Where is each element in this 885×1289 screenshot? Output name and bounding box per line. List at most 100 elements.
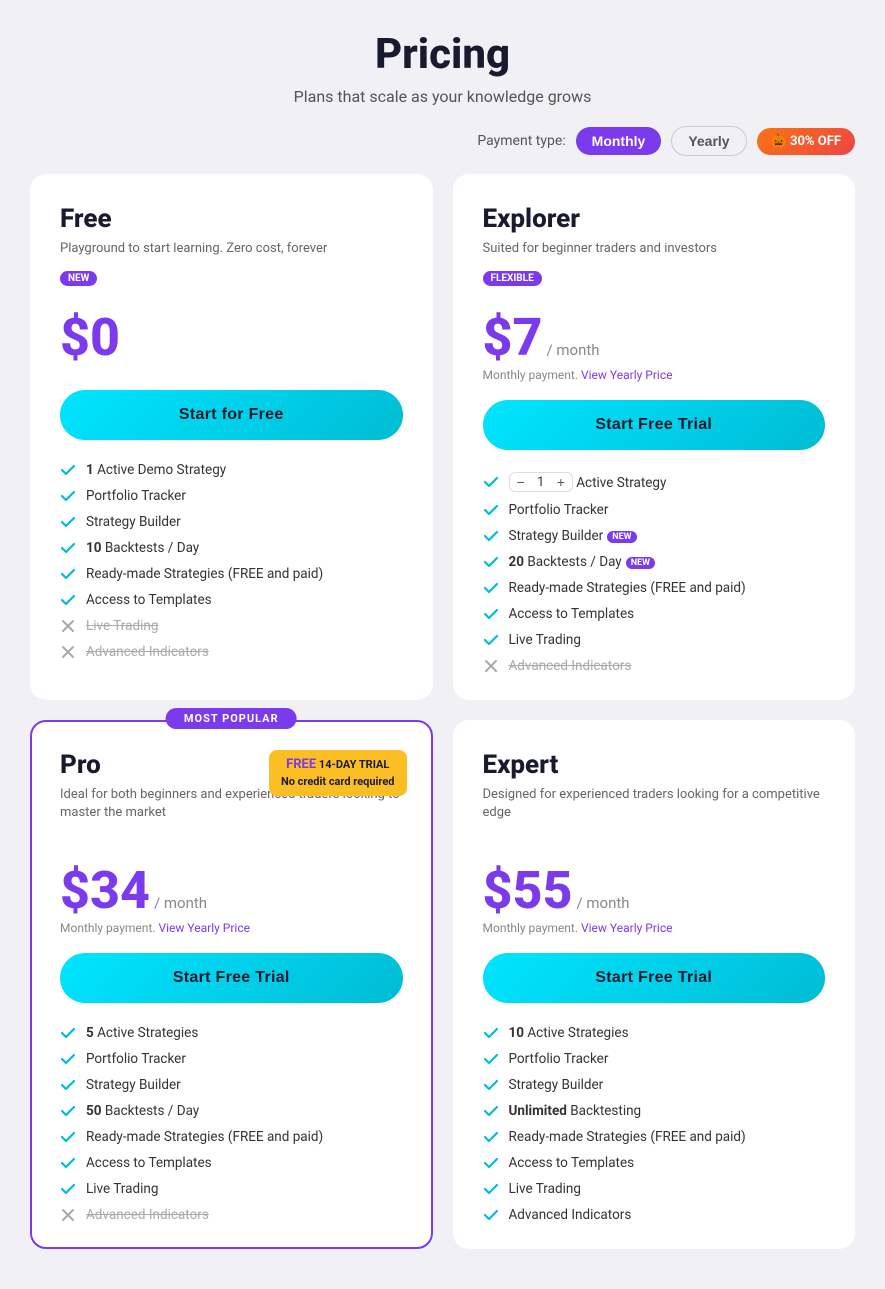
features-list-free: 1 Active Demo Strategy Portfolio Tracker… bbox=[60, 462, 403, 660]
price-amount-free: $0 bbox=[60, 312, 120, 364]
check-icon bbox=[60, 1103, 76, 1119]
check-icon bbox=[60, 566, 76, 582]
feature-item: Access to Templates bbox=[483, 606, 826, 622]
check-icon bbox=[60, 1181, 76, 1197]
feature-item: 10 Backtests / Day bbox=[60, 540, 403, 556]
feature-item: Advanced Indicators bbox=[60, 644, 403, 660]
check-icon bbox=[483, 1129, 499, 1145]
check-icon bbox=[483, 554, 499, 570]
check-icon bbox=[483, 1103, 499, 1119]
strategy-counter: − 1 + bbox=[509, 472, 573, 492]
payment-type-label: Payment type: bbox=[477, 133, 565, 149]
check-icon bbox=[483, 1181, 499, 1197]
feature-item: Advanced Indicators bbox=[60, 1207, 403, 1223]
feature-tag: NEW bbox=[626, 557, 655, 569]
feature-item: Strategy Builder bbox=[483, 1077, 826, 1093]
feature-item: Access to Templates bbox=[60, 592, 403, 608]
view-yearly-link-explorer[interactable]: View Yearly Price bbox=[581, 368, 672, 382]
price-period-expert: / month bbox=[576, 894, 629, 912]
check-icon bbox=[60, 1155, 76, 1171]
view-yearly-link-pro[interactable]: View Yearly Price bbox=[159, 921, 250, 935]
check-icon bbox=[60, 540, 76, 556]
feature-item: Portfolio Tracker bbox=[483, 502, 826, 518]
price-period-explorer: / month bbox=[546, 341, 599, 359]
price-amount-explorer: $7 bbox=[483, 312, 543, 364]
features-list-expert: 10 Active Strategies Portfolio Tracker S… bbox=[483, 1025, 826, 1223]
cta-button-expert[interactable]: Start Free Trial bbox=[483, 953, 826, 1003]
feature-item: Live Trading bbox=[60, 1181, 403, 1197]
feature-item: 50 Backtests / Day bbox=[60, 1103, 403, 1119]
counter-plus[interactable]: + bbox=[554, 474, 568, 490]
check-icon bbox=[60, 1129, 76, 1145]
feature-item: Ready-made Strategies (FREE and paid) bbox=[483, 1129, 826, 1145]
features-list-explorer: − 1 + Active Strategy Portfolio Tracker … bbox=[483, 472, 826, 674]
counter-minus[interactable]: − bbox=[514, 474, 528, 490]
view-yearly-link-expert[interactable]: View Yearly Price bbox=[581, 921, 672, 935]
plan-name-free: Free bbox=[60, 204, 403, 234]
check-icon bbox=[483, 1077, 499, 1093]
check-icon bbox=[483, 528, 499, 544]
check-icon bbox=[483, 606, 499, 622]
x-icon bbox=[60, 644, 76, 660]
feature-item: Ready-made Strategies (FREE and paid) bbox=[483, 580, 826, 596]
payment-toggle-bar: Payment type: Monthly Yearly 🎃 30% OFF bbox=[30, 126, 855, 156]
trial-badge-pro: FREE 14-DAY TRIALNo credit card required bbox=[269, 750, 407, 796]
check-icon bbox=[483, 1051, 499, 1067]
plan-desc-explorer: Suited for beginner traders and investor… bbox=[483, 240, 826, 258]
check-icon bbox=[60, 1051, 76, 1067]
feature-item: − 1 + Active Strategy bbox=[483, 472, 826, 492]
plan-card-free: Free Playground to start learning. Zero c… bbox=[30, 174, 433, 700]
monthly-toggle-button[interactable]: Monthly bbox=[576, 127, 662, 155]
feature-item: Live Trading bbox=[483, 632, 826, 648]
check-icon bbox=[483, 580, 499, 596]
feature-item: Live Trading bbox=[60, 618, 403, 634]
check-icon bbox=[483, 1025, 499, 1041]
cta-button-pro[interactable]: Start Free Trial bbox=[60, 953, 403, 1003]
feature-item: 10 Active Strategies bbox=[483, 1025, 826, 1041]
check-icon bbox=[60, 488, 76, 504]
plan-badge-free: NEW bbox=[60, 271, 97, 286]
plan-badge-explorer: FLEXIBLE bbox=[483, 271, 542, 286]
price-row-explorer: $7 / month bbox=[483, 312, 826, 364]
feature-item: 20 Backtests / DayNEW bbox=[483, 554, 826, 570]
check-icon bbox=[483, 1207, 499, 1223]
plans-grid: Free Playground to start learning. Zero c… bbox=[30, 174, 855, 1249]
plan-desc-free: Playground to start learning. Zero cost,… bbox=[60, 240, 403, 258]
page-header: Pricing Plans that scale as your knowled… bbox=[30, 30, 855, 106]
price-row-pro: $34 / month bbox=[60, 865, 403, 917]
yearly-toggle-button[interactable]: Yearly bbox=[671, 126, 746, 156]
plan-card-expert: ExpertDesigned for experienced traders l… bbox=[453, 720, 856, 1248]
check-icon bbox=[483, 474, 499, 490]
features-list-pro: 5 Active Strategies Portfolio Tracker St… bbox=[60, 1025, 403, 1223]
feature-item: Portfolio Tracker bbox=[60, 488, 403, 504]
feature-item: Strategy Builder bbox=[60, 514, 403, 530]
price-row-expert: $55 / month bbox=[483, 865, 826, 917]
feature-item: Ready-made Strategies (FREE and paid) bbox=[60, 1129, 403, 1145]
feature-item: Strategy Builder bbox=[60, 1077, 403, 1093]
feature-item: Ready-made Strategies (FREE and paid) bbox=[60, 566, 403, 582]
cta-button-explorer[interactable]: Start Free Trial bbox=[483, 400, 826, 450]
check-icon bbox=[60, 462, 76, 478]
feature-item: Unlimited Backtesting bbox=[483, 1103, 826, 1119]
price-period-pro: / month bbox=[154, 894, 207, 912]
check-icon bbox=[483, 1155, 499, 1171]
check-icon bbox=[60, 592, 76, 608]
price-amount-expert: $55 bbox=[483, 865, 573, 917]
plan-name-expert: Expert bbox=[483, 750, 826, 780]
feature-item: Live Trading bbox=[483, 1181, 826, 1197]
feature-item: Advanced Indicators bbox=[483, 658, 826, 674]
price-note-expert: Monthly payment. View Yearly Price bbox=[483, 921, 826, 935]
x-icon bbox=[483, 658, 499, 674]
plan-card-explorer: ExplorerSuited for beginner traders and … bbox=[453, 174, 856, 700]
check-icon bbox=[483, 502, 499, 518]
price-note-explorer: Monthly payment. View Yearly Price bbox=[483, 368, 826, 382]
plan-card-pro: MOST POPULARProIdeal for both beginners … bbox=[30, 720, 433, 1248]
feature-tag: NEW bbox=[607, 531, 636, 543]
cta-button-free[interactable]: Start for Free bbox=[60, 390, 403, 440]
check-icon bbox=[60, 1025, 76, 1041]
check-icon bbox=[483, 632, 499, 648]
x-icon bbox=[60, 618, 76, 634]
feature-item: Access to Templates bbox=[483, 1155, 826, 1171]
page-title: Pricing bbox=[30, 30, 855, 79]
feature-item: 5 Active Strategies bbox=[60, 1025, 403, 1041]
